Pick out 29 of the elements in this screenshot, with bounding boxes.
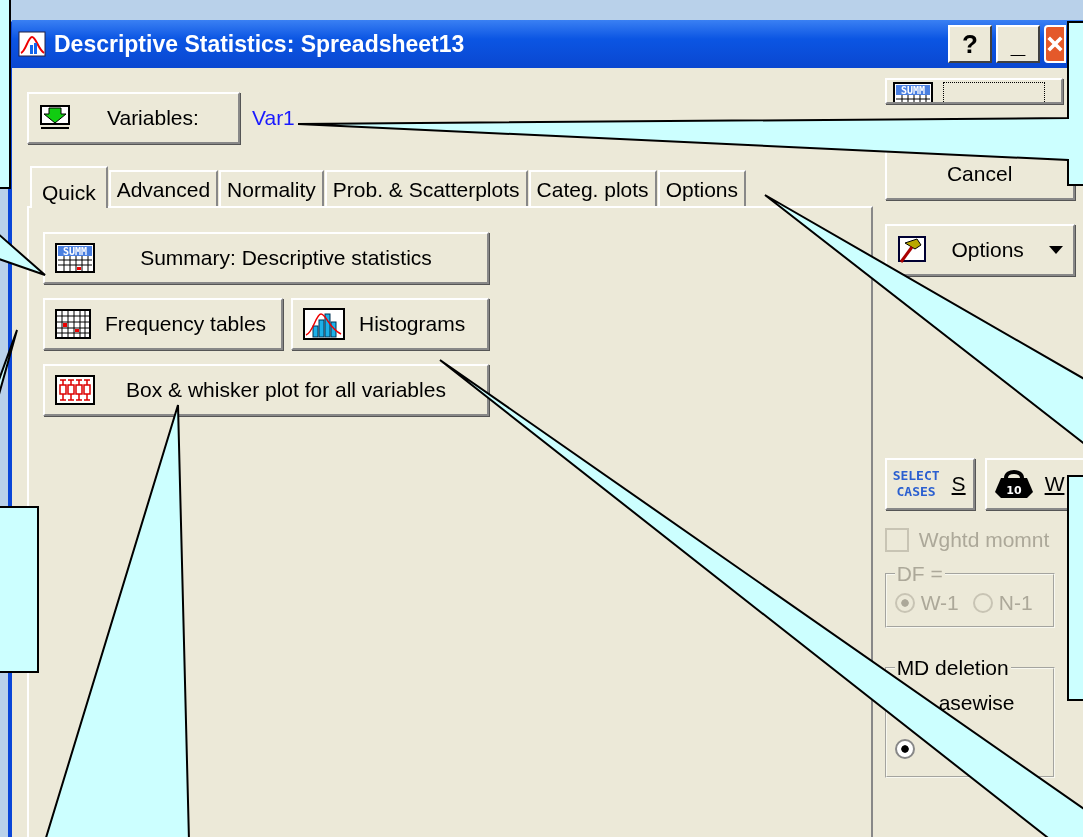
summary-button[interactable]: SUMM Summary: Descriptive statistics [43,232,489,284]
window-title: Descriptive Statistics: Spreadsheet13 [54,30,466,58]
histogram-icon [303,308,345,340]
tab[interactable]: Categ. plots [528,170,657,206]
summary-table-icon: SUMM [55,243,95,273]
variables-button[interactable]: Variables: [27,92,240,144]
help-button[interactable]: ? [948,25,992,63]
summary-button[interactable]: SUMM [884,78,1063,104]
tab[interactable]: Advanced [108,170,219,206]
tab[interactable]: Prob. & Scatterplots [324,170,528,206]
options-button[interactable]: Options [884,224,1075,276]
box-plot-icon [55,375,95,405]
summary-table-icon: SUMM [892,82,933,102]
frequency-button[interactable]: Frequency tables [43,298,283,350]
close-icon [1046,34,1064,54]
minimize-button[interactable]: _ [996,25,1040,63]
variable-list: Var1 [252,106,295,130]
chart-app-icon [18,31,46,57]
close-button[interactable] [1044,25,1066,63]
boxplot-button[interactable]: Box & whisker plot for all variables [43,364,489,416]
radio-label: asewise [937,690,1016,716]
dropdown-arrow-icon [1048,246,1063,254]
tab[interactable]: Quick [30,166,108,208]
histogram-button[interactable]: Histograms [291,298,489,350]
grid-table-icon [55,309,91,339]
tab[interactable]: Normality [219,170,324,206]
hammer-icon [896,235,927,265]
tab[interactable]: Options [657,170,746,206]
monitor-arrow-icon [39,104,71,132]
